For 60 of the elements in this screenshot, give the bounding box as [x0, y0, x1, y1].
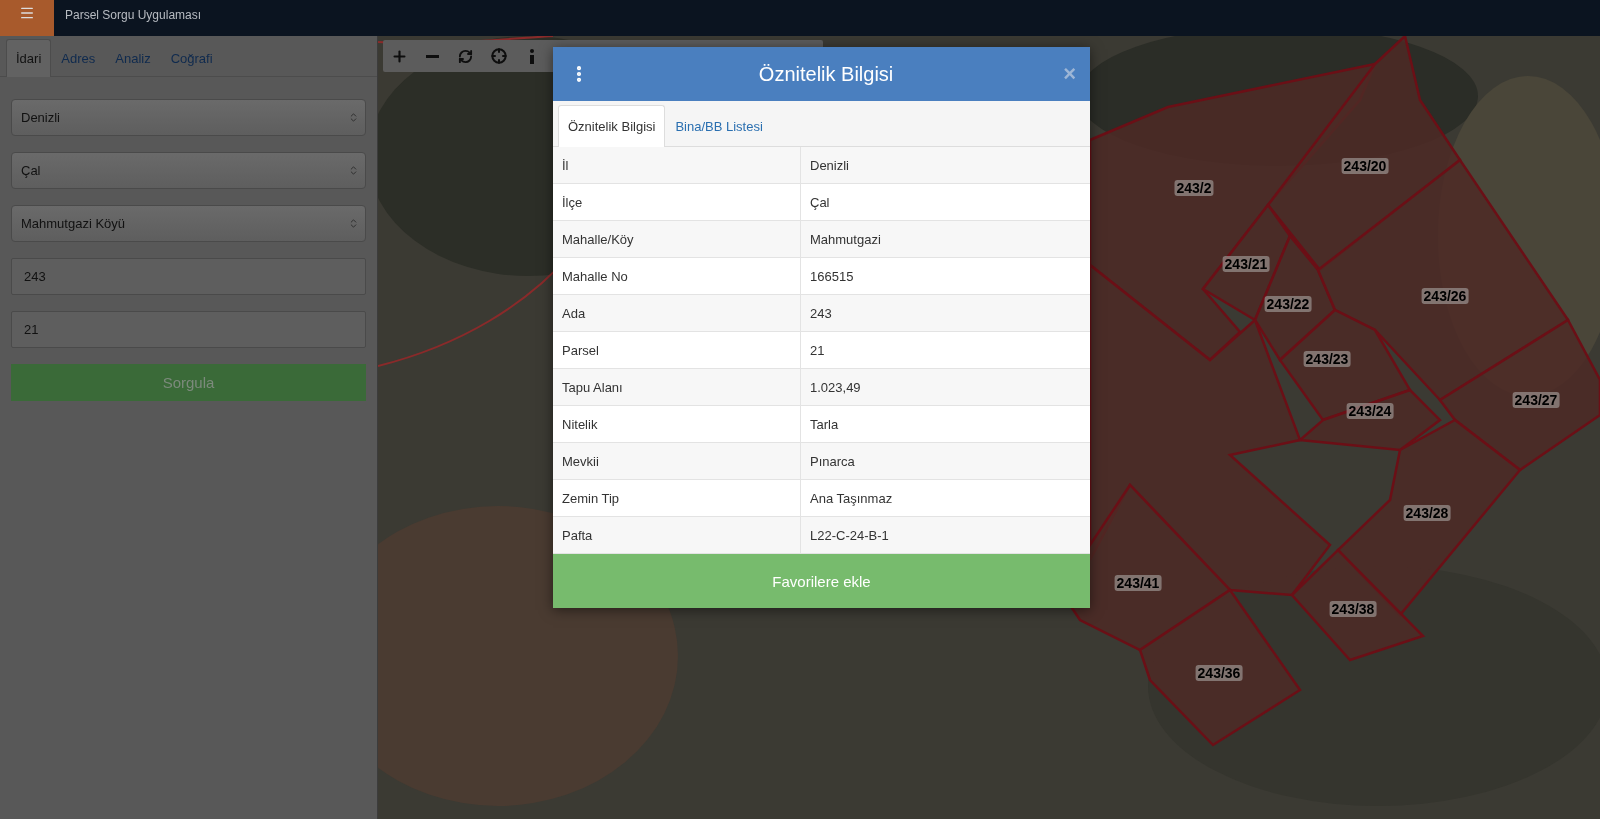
- attribute-name: Mevkii: [553, 443, 801, 479]
- dialog-tab[interactable]: Öznitelik Bilgisi: [558, 105, 666, 147]
- input-field[interactable]: 21: [11, 311, 366, 348]
- attribute-name: Parsel: [553, 332, 801, 368]
- attribute-value: 243: [809, 304, 833, 323]
- parcel-label: 243/28: [1403, 505, 1451, 521]
- panel-tab[interactable]: Adres: [51, 39, 106, 77]
- parcel-label: 243/38: [1329, 601, 1377, 617]
- attribute-value: Pınarca: [809, 452, 856, 471]
- attribute-name: Nitelik: [553, 406, 801, 442]
- add-favorites-button[interactable]: Favorilere ekle: [553, 554, 1090, 608]
- attribute-value: Mahmutgazi: [809, 230, 882, 249]
- refresh-icon: [458, 48, 473, 64]
- app-subtitle: Parsel Sorgu Uygulaması: [64, 8, 202, 24]
- minus-icon: [426, 54, 439, 58]
- parcel-label: 243/27: [1512, 392, 1560, 408]
- select-arrows-icon: [348, 218, 359, 229]
- select-field[interactable]: Denizli: [11, 99, 366, 136]
- attribute-value: 21: [809, 341, 826, 360]
- attribute-name: Pafta: [553, 517, 801, 553]
- parcel-label: 243/21: [1222, 256, 1270, 272]
- parcel-label: 243/23: [1303, 351, 1351, 367]
- parcel-label: 243/20: [1341, 158, 1389, 174]
- menu-icon: [19, 5, 35, 21]
- parcel-label: 243/2: [1174, 180, 1214, 196]
- parcel-label: 243/36: [1195, 665, 1243, 681]
- attribute-name: İl: [553, 147, 801, 183]
- panel-tab[interactable]: İdari: [6, 39, 52, 77]
- attribute-name: Mahalle No: [553, 258, 801, 294]
- select-field[interactable]: Mahmutgazi Köyü: [11, 205, 366, 242]
- info-icon: [528, 48, 535, 64]
- menu-button[interactable]: [0, 0, 54, 36]
- panel-tab[interactable]: Coğrafi: [160, 39, 223, 77]
- select-arrows-icon: [348, 112, 359, 123]
- query-button[interactable]: Sorgula: [11, 364, 366, 401]
- select-arrows-icon: [348, 165, 359, 176]
- input-field[interactable]: 243: [11, 258, 366, 295]
- dialog-title: Öznitelik Bilgisi: [758, 62, 894, 86]
- close-button[interactable]: ×: [1063, 61, 1076, 87]
- attribute-name: Zemin Tip: [553, 480, 801, 516]
- attribute-name: İlçe: [553, 184, 801, 220]
- parcel-label: 243/22: [1264, 296, 1312, 312]
- panel-tab[interactable]: Analiz: [105, 39, 161, 77]
- dialog-tab[interactable]: Bina/BB Listesi: [665, 105, 773, 147]
- plus-icon: [391, 47, 408, 65]
- attribute-value: L22-C-24-B-1: [809, 526, 890, 545]
- parcel-label: 243/26: [1421, 288, 1469, 304]
- attribute-value: Tarla: [809, 415, 840, 434]
- attribute-name: Mahalle/Köy: [553, 221, 801, 257]
- attribute-name: Ada: [553, 295, 801, 331]
- attribute-name: Tapu Alanı: [553, 369, 801, 405]
- select-field[interactable]: Çal: [11, 152, 366, 189]
- attribute-value: 1.023,49: [809, 378, 862, 397]
- parcel-label: 243/24: [1346, 403, 1394, 419]
- attribute-value: Ana Taşınmaz: [809, 489, 894, 508]
- attribute-value: Çal: [809, 193, 831, 212]
- attribute-value: 166515: [809, 267, 855, 286]
- parcel-label: 243/41: [1114, 575, 1162, 591]
- attribute-value: Denizli: [809, 156, 850, 175]
- crosshair-icon: [490, 48, 507, 64]
